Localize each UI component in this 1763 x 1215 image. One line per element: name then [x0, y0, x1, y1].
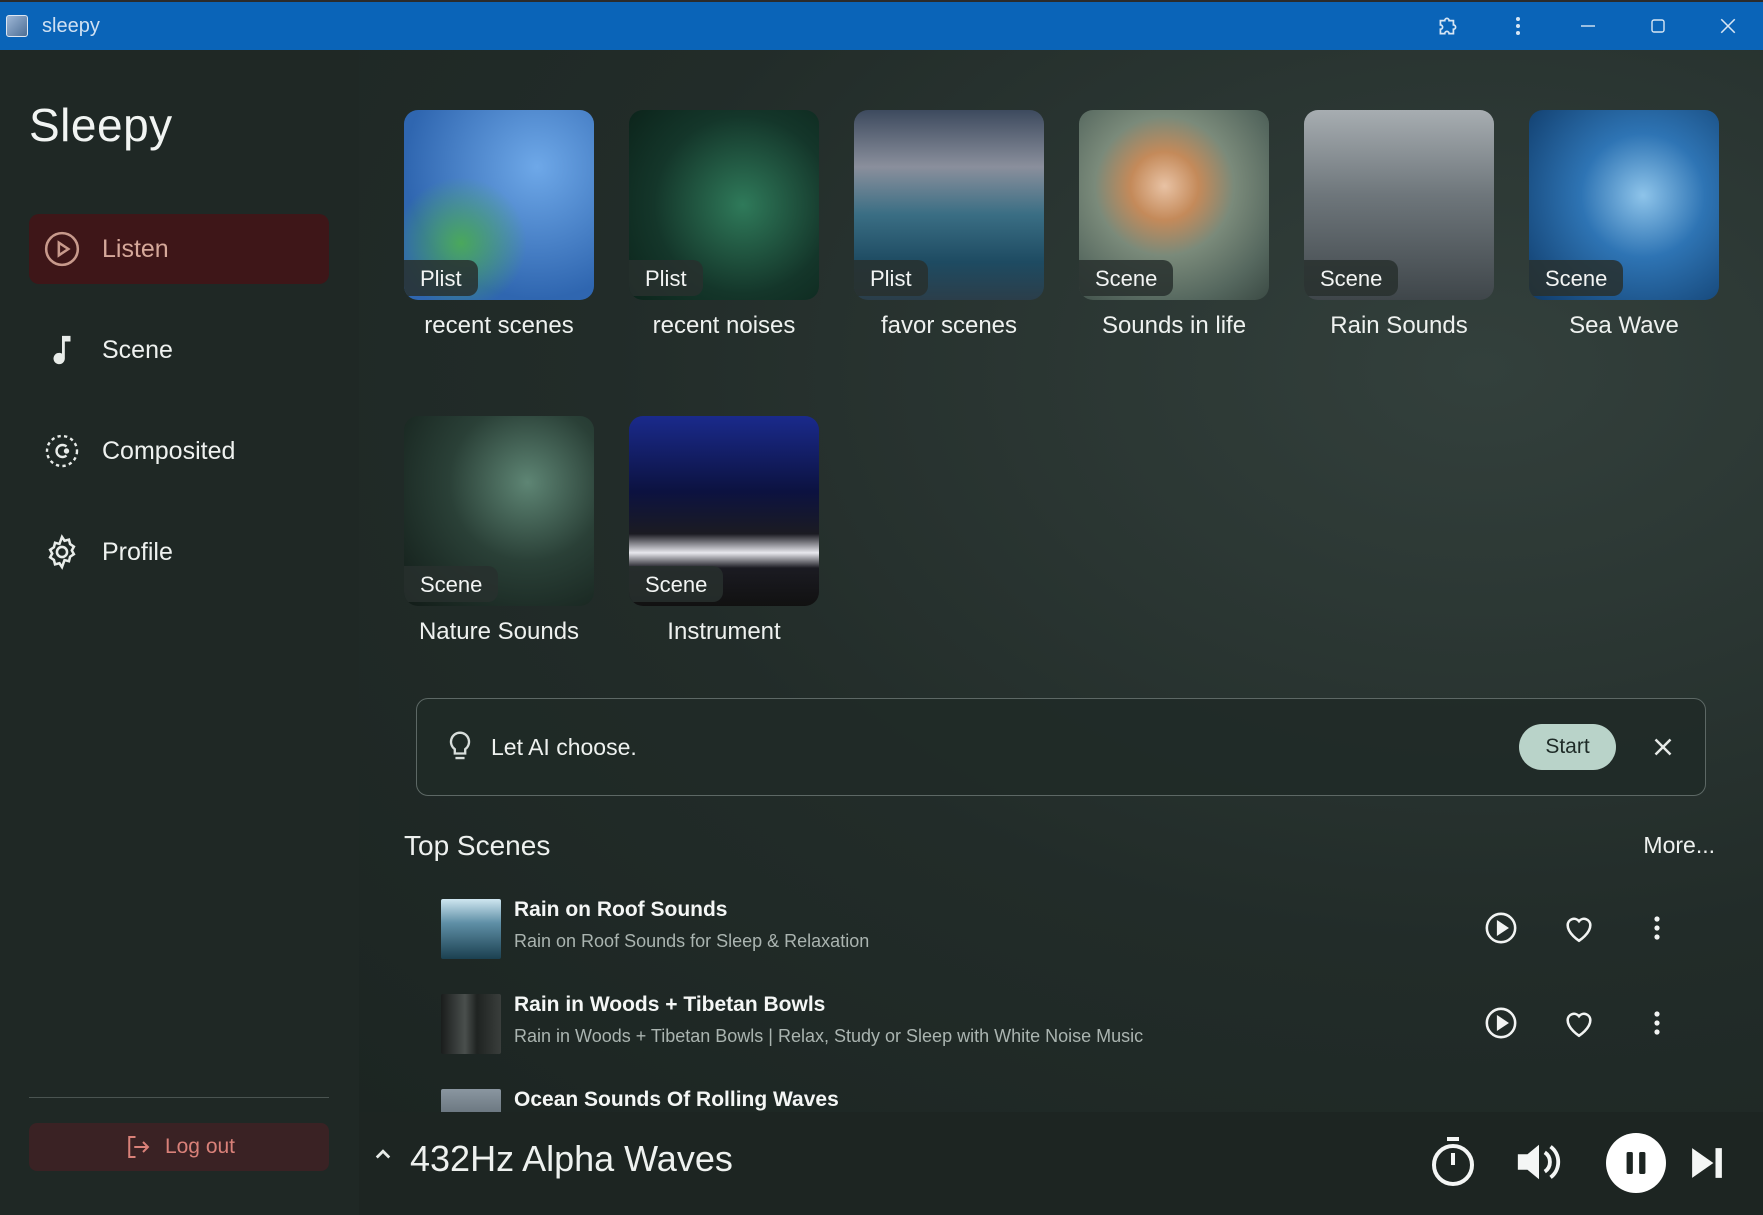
ai-banner-text: Let AI choose. — [491, 734, 637, 761]
sidebar-item-label: Composited — [102, 437, 235, 466]
tile-image: Plist — [854, 110, 1044, 300]
play-circle-icon — [42, 229, 82, 269]
more-vertical-icon[interactable] — [1483, 2, 1553, 50]
close-icon[interactable] — [1645, 729, 1681, 765]
tile-image: Scene — [1529, 110, 1719, 300]
tile-image: Scene — [1079, 110, 1269, 300]
lightbulb-icon — [445, 730, 475, 764]
row-subtitle: Rain in Woods + Tibetan Bowls | Relax, S… — [514, 1026, 1143, 1047]
list-item[interactable]: Rain on Roof Sounds Rain on Roof Sounds … — [441, 896, 1711, 966]
maximize-button[interactable] — [1623, 2, 1693, 50]
row-subtitle: Rain on Roof Sounds for Sleep & Relaxati… — [514, 931, 869, 952]
tile-instrument[interactable]: Scene Instrument — [629, 416, 819, 646]
row-thumbnail — [441, 899, 501, 959]
main-content: Plist recent scenes Plist recent noises … — [359, 50, 1763, 1112]
ai-start-button[interactable]: Start — [1519, 724, 1616, 770]
extension-icon[interactable] — [1413, 2, 1483, 50]
tile-recent-scenes[interactable]: Plist recent scenes — [404, 110, 594, 340]
logout-icon — [123, 1132, 153, 1162]
sidebar-divider — [29, 1097, 329, 1098]
row-title: Rain in Woods + Tibetan Bowls — [514, 993, 825, 1017]
ai-suggestion-banner: Let AI choose. Start — [416, 698, 1706, 796]
tile-rain-sounds[interactable]: Scene Rain Sounds — [1304, 110, 1494, 340]
tile-caption: Sounds in life — [1079, 312, 1269, 340]
sidebar-item-listen[interactable]: Listen — [29, 214, 329, 284]
tile-caption: recent noises — [629, 312, 819, 340]
more-vertical-icon[interactable] — [1637, 1003, 1677, 1043]
sidebar-item-label: Scene — [102, 336, 173, 365]
play-button[interactable] — [1481, 908, 1521, 948]
tile-caption: Instrument — [629, 618, 819, 646]
skip-next-icon[interactable] — [1684, 1140, 1730, 1186]
tile-tag: Scene — [1079, 260, 1173, 296]
tile-caption: favor scenes — [854, 312, 1044, 340]
play-button[interactable] — [1481, 1003, 1521, 1043]
list-item[interactable]: Ocean Sounds Of Rolling Waves — [441, 1086, 1711, 1112]
close-window-button[interactable] — [1693, 2, 1763, 50]
now-playing-title[interactable]: 432Hz Alpha Waves — [410, 1138, 733, 1180]
sidebar: Sleepy Listen Scene Composited Profile L… — [0, 50, 359, 1215]
music-note-icon — [42, 330, 82, 370]
row-thumbnail — [441, 994, 501, 1054]
tile-tag: Plist — [854, 260, 928, 296]
tile-recent-noises[interactable]: Plist recent noises — [629, 110, 819, 340]
tile-image: Scene — [1304, 110, 1494, 300]
tile-sounds-in-life[interactable]: Scene Sounds in life — [1079, 110, 1269, 340]
tile-tag: Scene — [1529, 260, 1623, 296]
tile-image: Scene — [404, 416, 594, 606]
sidebar-item-profile[interactable]: Profile — [29, 517, 329, 587]
row-title: Ocean Sounds Of Rolling Waves — [514, 1088, 839, 1112]
minimize-button[interactable] — [1553, 2, 1623, 50]
sidebar-item-composited[interactable]: Composited — [29, 416, 329, 486]
app-icon — [6, 15, 28, 37]
composited-icon — [42, 431, 82, 471]
section-title: Top Scenes — [404, 830, 550, 862]
chevron-up-icon[interactable] — [373, 1145, 393, 1170]
volume-icon[interactable] — [1511, 1132, 1567, 1192]
heart-icon[interactable] — [1559, 1003, 1599, 1043]
tile-caption: Rain Sounds — [1304, 312, 1494, 340]
tile-tag: Scene — [629, 566, 723, 602]
sidebar-item-scene[interactable]: Scene — [29, 315, 329, 385]
tile-image: Scene — [629, 416, 819, 606]
tile-image: Plist — [629, 110, 819, 300]
timer-icon[interactable] — [1425, 1132, 1481, 1192]
tile-caption: recent scenes — [404, 312, 594, 340]
tile-favor-scenes[interactable]: Plist favor scenes — [854, 110, 1044, 340]
tile-caption: Nature Sounds — [404, 618, 594, 646]
tile-caption: Sea Wave — [1529, 312, 1719, 340]
pause-button[interactable] — [1606, 1133, 1666, 1193]
tile-tag: Scene — [1304, 260, 1398, 296]
tile-tag: Plist — [629, 260, 703, 296]
tile-tag: Scene — [404, 566, 498, 602]
sidebar-item-label: Listen — [102, 235, 169, 264]
sidebar-item-label: Profile — [102, 538, 173, 567]
more-link[interactable]: More... — [1643, 832, 1715, 859]
tile-image: Plist — [404, 110, 594, 300]
window-titlebar: sleepy — [0, 0, 1763, 50]
logout-button[interactable]: Log out — [29, 1123, 329, 1171]
app-brand: Sleepy — [29, 98, 173, 152]
row-thumbnail — [441, 1089, 501, 1112]
window-title: sleepy — [42, 15, 100, 38]
logout-label: Log out — [165, 1135, 235, 1159]
row-title: Rain on Roof Sounds — [514, 898, 727, 922]
tile-nature-sounds[interactable]: Scene Nature Sounds — [404, 416, 594, 646]
more-vertical-icon[interactable] — [1637, 908, 1677, 948]
list-item[interactable]: Rain in Woods + Tibetan Bowls Rain in Wo… — [441, 991, 1711, 1061]
tile-tag: Plist — [404, 260, 478, 296]
tile-sea-wave[interactable]: Scene Sea Wave — [1529, 110, 1719, 340]
player-bar: 432Hz Alpha Waves — [359, 1112, 1763, 1215]
heart-icon[interactable] — [1559, 908, 1599, 948]
gear-icon — [42, 532, 82, 572]
